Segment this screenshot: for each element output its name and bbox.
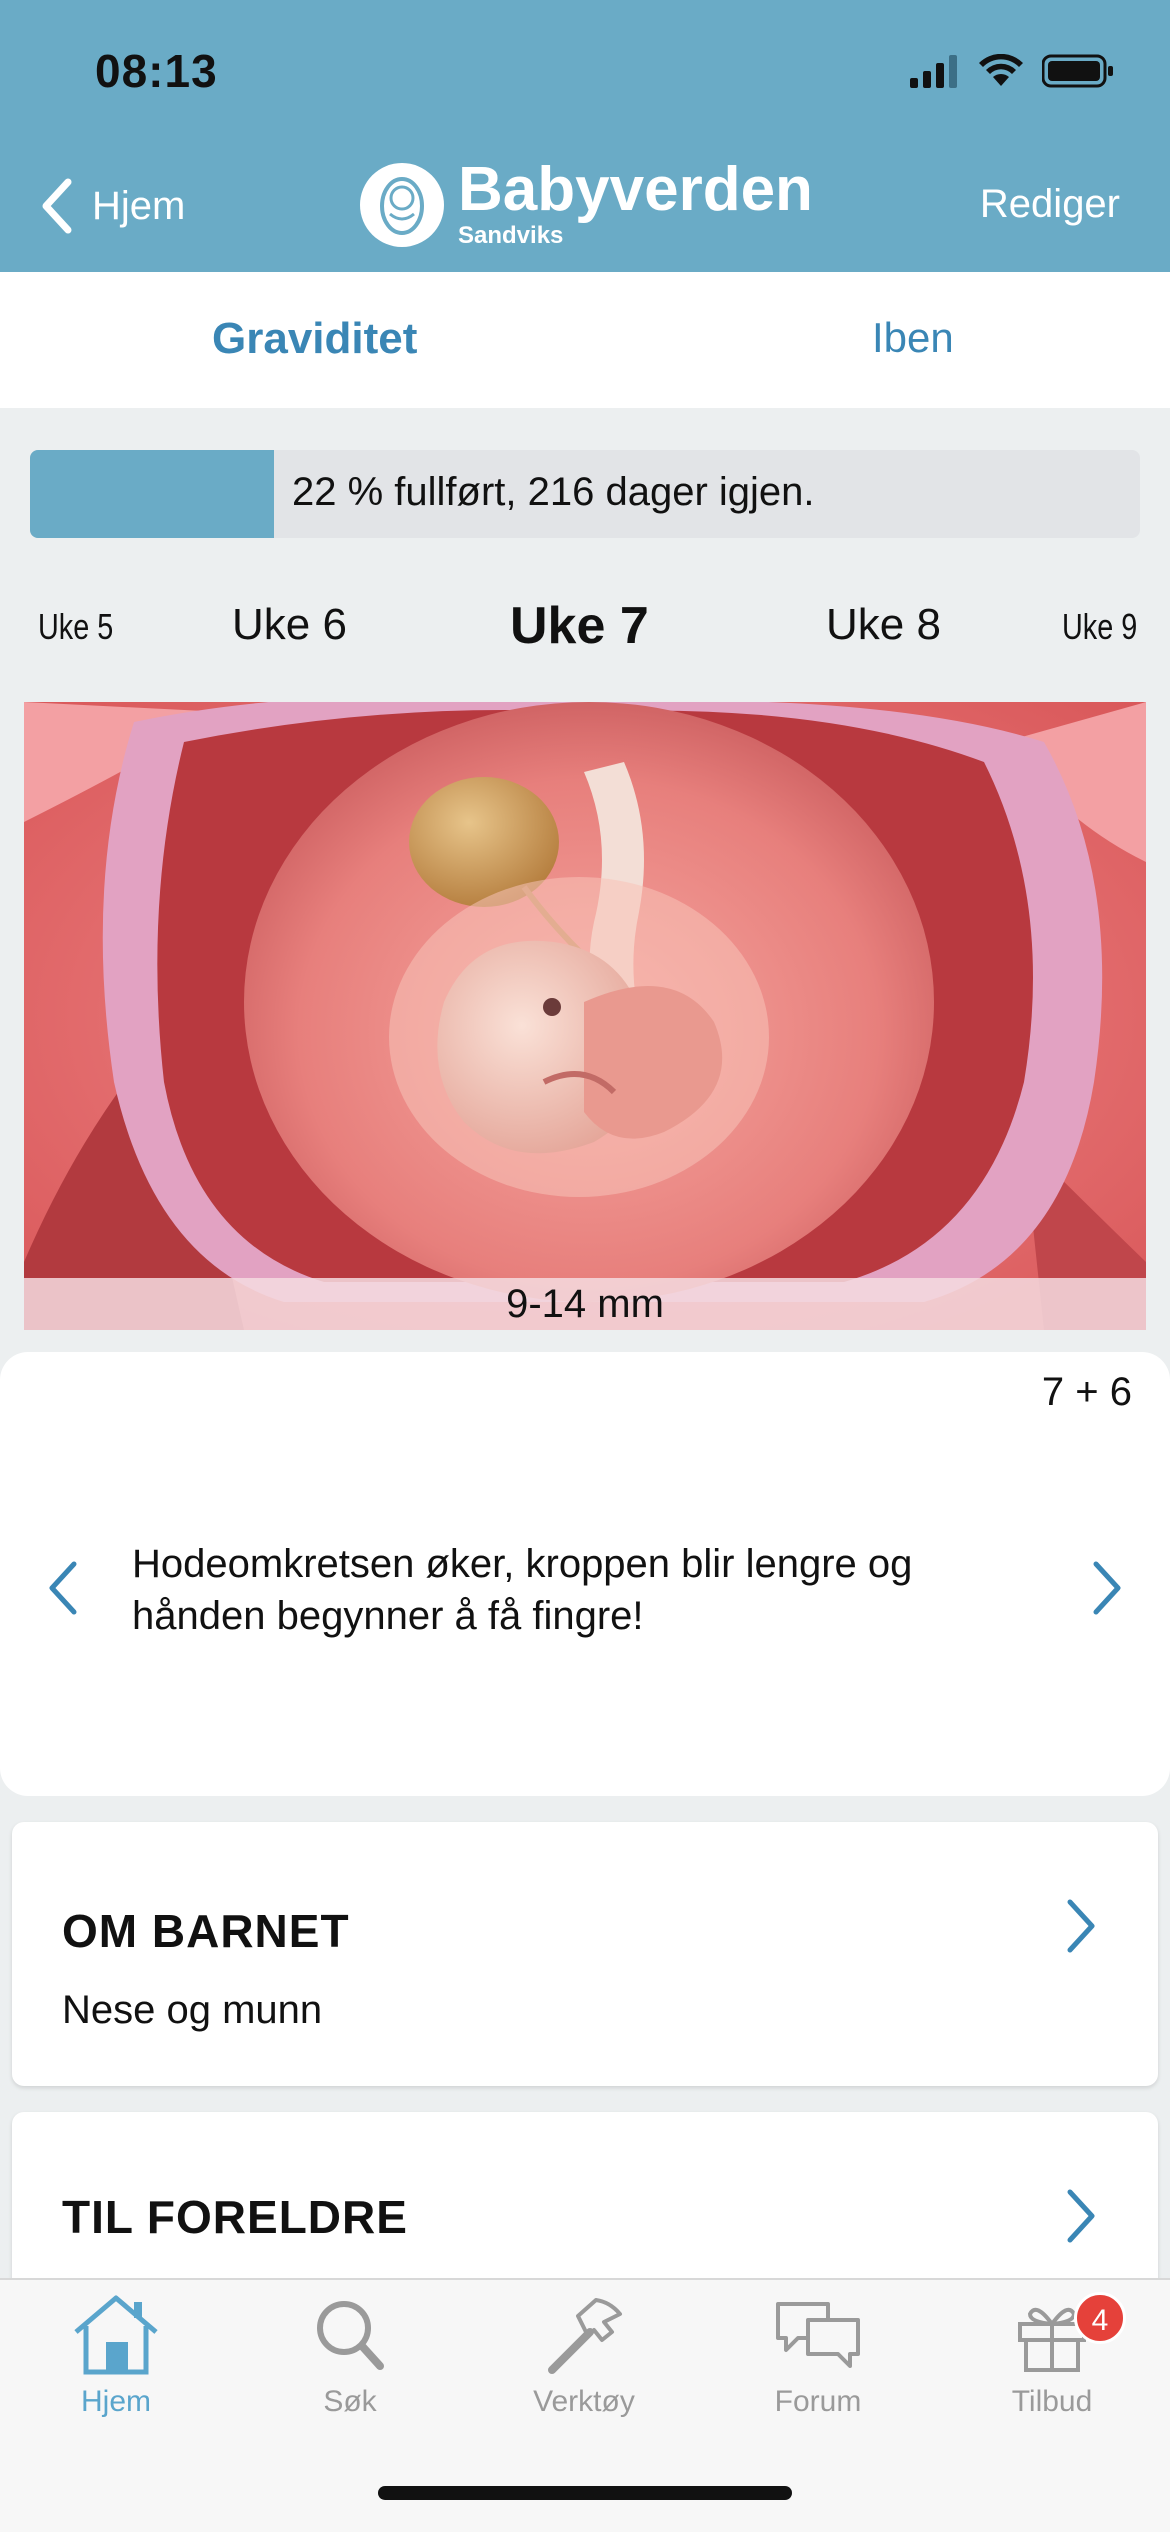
status-icons xyxy=(910,54,1114,88)
logo-subtitle: Sandviks xyxy=(458,222,564,249)
embryo-illustration: 9-14 mm xyxy=(24,702,1146,1330)
baby-logo-icon xyxy=(360,163,444,247)
home-icon xyxy=(74,2295,158,2375)
week-item-current[interactable]: Uke 7 xyxy=(510,596,649,656)
app-header: 08:13 Hjem Babyverden Sandviks Rediger xyxy=(0,0,1170,272)
section-title: TIL FORELDRE xyxy=(62,2191,408,2243)
battery-icon xyxy=(1042,54,1113,88)
tab-graviditet[interactable]: Graviditet xyxy=(212,314,417,364)
section-card-om-barnet[interactable]: OM BARNET Nese og munn xyxy=(12,1822,1158,2086)
nav-bar: Hjem Babyverden Sandviks Rediger xyxy=(0,150,1170,272)
logo-title: Babyverden xyxy=(458,155,813,224)
chevron-left-icon xyxy=(42,178,72,234)
tabbar-label: Tilbud xyxy=(1011,2385,1093,2418)
cellular-signal-icon xyxy=(910,55,957,88)
week-item[interactable]: Uke 9 xyxy=(1062,606,1137,648)
daily-fact-card: 7 + 6 Hodeomkretsen øker, kroppen blir l… xyxy=(0,1352,1170,1796)
pregnancy-day-label: 7 + 6 xyxy=(1041,1370,1132,1414)
chevron-right-icon xyxy=(1067,1899,1095,1953)
back-label: Hjem xyxy=(92,183,186,228)
week-item[interactable]: Uke 6 xyxy=(232,600,347,650)
tabbar-item-forum[interactable]: Forum xyxy=(718,2292,918,2419)
home-indicator xyxy=(378,2486,792,2500)
tabbar-label: Verktøy xyxy=(533,2385,635,2418)
tabbar-item-sok[interactable]: Søk xyxy=(250,2292,450,2419)
pregnancy-progress-bar: 22 % fullført, 216 dager igjen. xyxy=(30,450,1140,538)
chevron-right-icon xyxy=(1067,2189,1095,2243)
tab-iben[interactable]: Iben xyxy=(872,314,954,362)
section-title: OM BARNET xyxy=(62,1905,350,1957)
hammer-icon xyxy=(548,2298,622,2374)
status-time: 08:13 xyxy=(95,45,218,97)
tabbar-item-verktoy[interactable]: Verktøy xyxy=(484,2292,684,2419)
section-subtitle: Nese og munn xyxy=(62,1988,323,2032)
tabbar-label: Søk xyxy=(323,2385,377,2418)
notification-badge: 4 xyxy=(1074,2292,1126,2344)
app-logo: Babyverden Sandviks xyxy=(360,155,813,250)
progress-text: 22 % fullført, 216 dager igjen. xyxy=(292,470,815,514)
tabbar-label: Hjem xyxy=(80,2385,151,2418)
edit-button[interactable]: Rediger xyxy=(980,182,1120,227)
wifi-icon xyxy=(979,54,1023,86)
back-button[interactable]: Hjem xyxy=(40,178,185,234)
daily-fact-text: Hodeomkretsen øker, kroppen blir lengre … xyxy=(132,1542,913,1638)
chevron-right-icon[interactable] xyxy=(1090,1560,1124,1616)
embryo-size-caption: 9-14 mm xyxy=(24,1278,1146,1330)
week-item[interactable]: Uke 8 xyxy=(826,600,941,650)
search-icon xyxy=(317,2301,384,2370)
tabbar-label: Forum xyxy=(774,2385,862,2418)
tabbar-item-tilbud[interactable]: 4 Tilbud xyxy=(952,2292,1152,2419)
section-card-til-foreldre[interactable]: TIL FORELDRE xyxy=(12,2112,1158,2292)
status-bar: 08:13 xyxy=(0,0,1170,150)
progress-fill xyxy=(30,450,275,538)
tabbar-item-hjem[interactable]: Hjem xyxy=(16,2292,216,2419)
chat-bubbles-icon xyxy=(776,2302,860,2368)
week-item[interactable]: Uke 5 xyxy=(38,606,113,648)
segment-tabs: Graviditet Iben xyxy=(0,272,1170,408)
week-selector: Uke 5 Uke 6 Uke 7 Uke 8 Uke 9 xyxy=(0,590,1170,670)
chevron-left-icon[interactable] xyxy=(46,1560,80,1616)
